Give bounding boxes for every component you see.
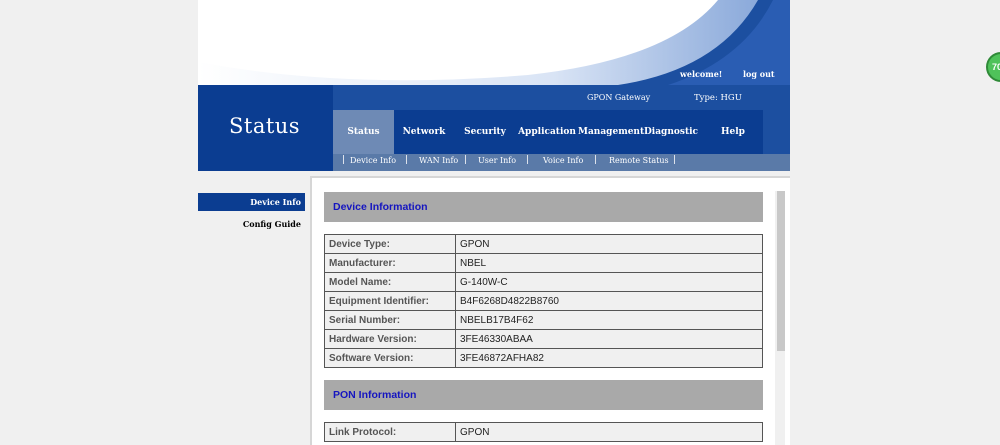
tab-application[interactable]: Application (516, 110, 578, 154)
table-row: Device Type: GPON (324, 234, 763, 254)
type-label: Type: HGU (694, 93, 742, 103)
left-menu-config-guide[interactable]: Config Guide (198, 215, 305, 233)
page-title: Status (229, 114, 301, 138)
pon-info-title: PON Information (333, 389, 417, 401)
left-menu: Device Info Config Guide (198, 193, 305, 237)
row-value: 3FE46330ABAA (455, 329, 763, 349)
table-row: Model Name: G-140W-C (324, 272, 763, 292)
scrollbar-thumb[interactable] (777, 191, 785, 351)
row-label: Serial Number: (324, 310, 456, 330)
row-value: G-140W-C (455, 272, 763, 292)
router-admin-frame: welcome! log out Status GPON Gateway Typ… (198, 0, 790, 445)
row-value: NBEL (455, 253, 763, 273)
subnav-voice-info[interactable]: Voice Info (543, 156, 583, 165)
row-label: Model Name: (324, 272, 456, 292)
table-row: Software Version: 3FE46872AFHA82 (324, 348, 763, 368)
row-label: Device Type: (324, 234, 456, 254)
tab-status[interactable]: Status (333, 110, 394, 154)
device-info-header: Device Information (324, 192, 763, 222)
tab-help[interactable]: Help (703, 110, 763, 154)
gateway-label: GPON Gateway (587, 93, 651, 102)
device-info-title: Device Information (333, 201, 428, 213)
row-label: Link Protocol: (324, 422, 456, 442)
main-nav: Status Network Security Application Mana… (333, 110, 763, 154)
subnav-separator: | (526, 155, 530, 165)
table-row: Hardware Version: 3FE46330ABAA (324, 329, 763, 349)
header-banner: welcome! log out (198, 0, 790, 85)
row-value: GPON (455, 422, 763, 442)
badge-count: 70 (992, 62, 1000, 72)
tab-network[interactable]: Network (394, 110, 454, 154)
device-info-table: Device Type: GPON Manufacturer: NBEL Mod… (324, 234, 763, 368)
pon-info-table: Link Protocol: GPON (324, 422, 763, 442)
row-label: Hardware Version: (324, 329, 456, 349)
subnav-remote-status[interactable]: Remote Status (609, 156, 669, 165)
subnav-separator: | (464, 155, 468, 165)
row-value: 3FE46872AFHA82 (455, 348, 763, 368)
tab-diagnostic[interactable]: Diagnostic (639, 110, 703, 154)
nav-band: Status GPON Gateway Type: HGU Status Net… (198, 85, 790, 171)
row-label: Software Version: (324, 348, 456, 368)
subnav-wan-info[interactable]: WAN Info (419, 156, 458, 165)
row-value: NBELB17B4F62 (455, 310, 763, 330)
subnav-separator: | (342, 155, 346, 165)
title-panel: Status (198, 85, 333, 171)
table-row: Link Protocol: GPON (324, 422, 763, 442)
logout-link[interactable]: log out (743, 69, 775, 79)
tab-security[interactable]: Security (454, 110, 516, 154)
row-label: Equipment Identifier: (324, 291, 456, 311)
row-value: B4F6268D4822B8760 (455, 291, 763, 311)
row-label: Manufacturer: (324, 253, 456, 273)
table-row: Serial Number: NBELB17B4F62 (324, 310, 763, 330)
subnav-user-info[interactable]: User Info (478, 156, 516, 165)
tab-management[interactable]: Management (578, 110, 644, 154)
welcome-text: welcome! (680, 69, 723, 79)
table-row: Equipment Identifier: B4F6268D4822B8760 (324, 291, 763, 311)
subnav-separator: | (673, 155, 677, 165)
pon-info-header: PON Information (324, 380, 763, 410)
sub-nav: | Device Info | WAN Info | User Info | V… (333, 154, 790, 171)
table-row: Manufacturer: NBEL (324, 253, 763, 273)
subnav-device-info[interactable]: Device Info (350, 156, 396, 165)
subnav-separator: | (594, 155, 598, 165)
row-value: GPON (455, 234, 763, 254)
subnav-separator: | (405, 155, 409, 165)
left-menu-device-info[interactable]: Device Info (198, 193, 305, 211)
